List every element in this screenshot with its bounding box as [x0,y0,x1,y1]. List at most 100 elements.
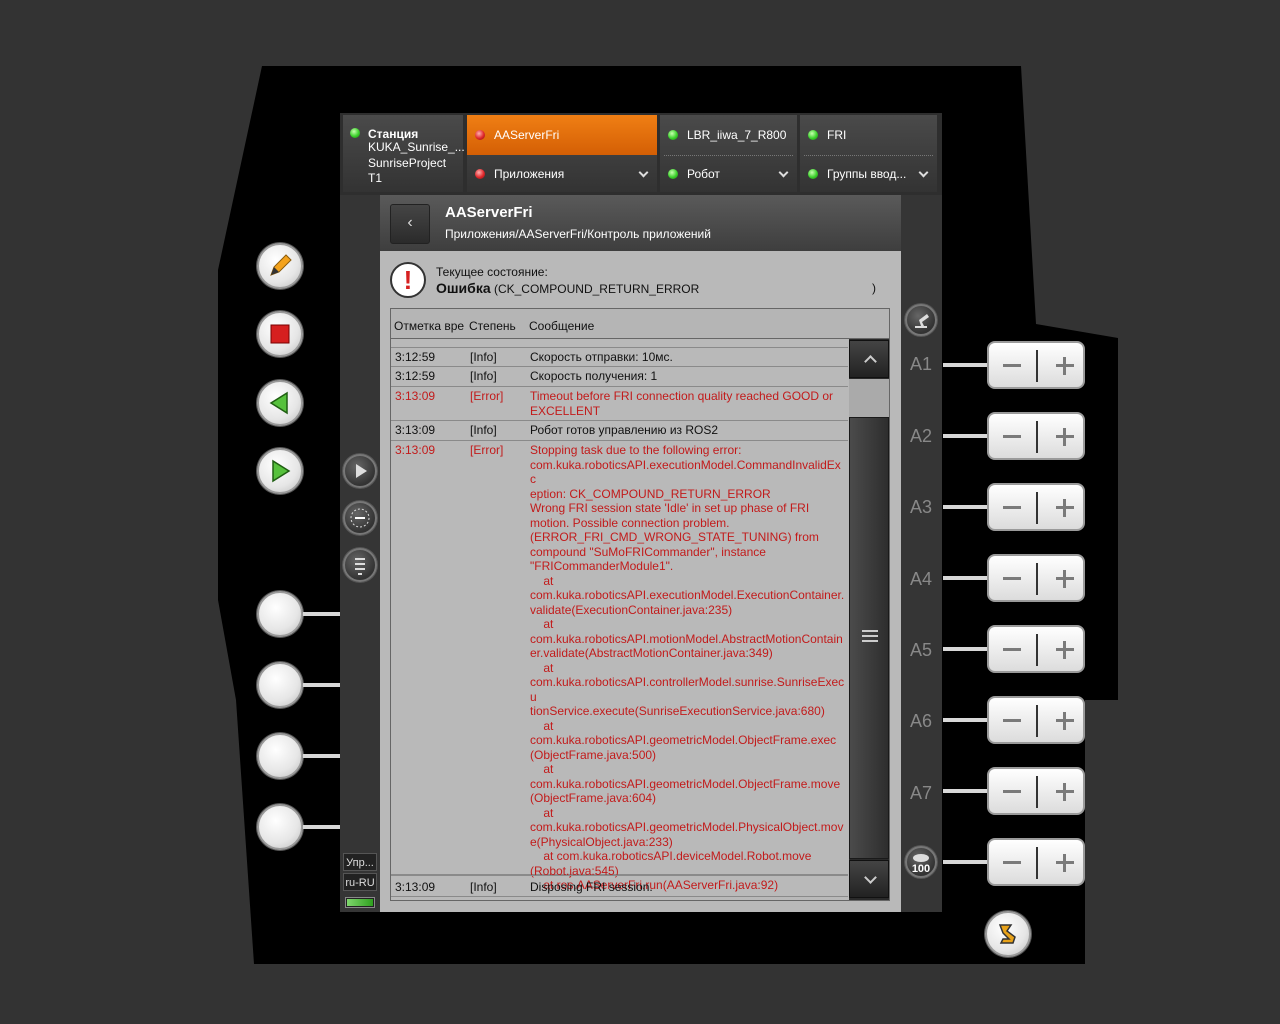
jog-connector [943,576,987,580]
minus-icon [1003,577,1021,580]
robot-name-row[interactable]: LBR_iiwa_7_R800 [660,115,797,155]
log-scrollbar[interactable] [849,339,889,900]
scroll-down-button[interactable] [849,860,889,898]
right-strip: 100 [901,195,942,912]
plus-icon [1063,428,1066,446]
jog-connector [943,647,987,651]
error-icon: ! [390,262,426,298]
backward-button[interactable] [257,380,303,426]
start-mode-button[interactable] [343,454,377,488]
minus-icon [1003,648,1021,651]
jog-key-a4[interactable] [987,554,1085,602]
softkey-3[interactable] [257,733,303,779]
jog-key-a6[interactable] [987,696,1085,744]
mode-indicator[interactable]: Упр... [343,853,377,871]
table-row[interactable]: 3:12:59 [Info] Скорость получения: 1 [391,367,848,387]
row-message: Disposing FRI session. [530,880,653,894]
row-level: [Error] [470,389,504,403]
station-line2: SunriseProject [368,156,447,170]
status-led [668,130,678,140]
robot-name: LBR_iiwa_7_R800 [687,128,787,142]
minus-icon [1003,861,1021,864]
row-time: 3:12:59 [395,350,436,364]
jog-connector [943,505,987,509]
status-led [808,130,818,140]
table-row[interactable]: 3:12:59 [Info] Скорость отправки: 10мс. [391,347,848,367]
table-row[interactable]: 3:13:09 [Info] Робот готов управлению из… [391,421,848,441]
plus-icon [1063,783,1066,801]
fri-name-row[interactable]: FRI [800,115,937,155]
step-mode-button[interactable] [343,548,377,582]
scroll-thumb[interactable] [849,417,889,859]
col-time[interactable]: Отметка вре [394,319,464,333]
fri-section-row[interactable]: Группы ввод... [800,156,937,192]
minus-icon [1003,364,1021,367]
play-icon [272,459,291,483]
fri-tile: FRI Группы ввод... [800,115,937,192]
dial-icon [350,508,370,528]
scroll-up-button[interactable] [849,340,889,378]
col-level[interactable]: Степень [469,319,516,333]
row-message: Stopping task due to the following error… [530,443,845,892]
jog-divider [1036,776,1038,808]
app-name-row[interactable]: AAServerFri [467,115,657,155]
chevron-down-icon [638,167,649,178]
row-message: Скорость отправки: 10мс. [530,350,673,364]
play-icon [356,464,367,478]
language-indicator[interactable]: ru-RU [343,873,377,891]
override-key[interactable] [987,838,1085,886]
status-led [475,169,485,179]
axis-label-a7: A7 [910,783,933,803]
jog-key-a5[interactable] [987,625,1085,673]
edit-button[interactable] [257,243,303,289]
softkey-connector [303,754,340,758]
start-button[interactable] [257,448,303,494]
jog-mode-button[interactable] [905,304,937,336]
minus-icon [1003,790,1021,793]
axis-label-a5: A5 [910,640,933,660]
jog-divider [1036,705,1038,737]
jog-key-a2[interactable] [987,412,1085,460]
grip-icon [862,630,878,645]
log-body: 3:12:59 [Info] Скорость отправки: 10мс. … [391,341,848,900]
log-table: Отметка вре Степень Сообщение 3:12:59 [I… [390,308,890,901]
station-title: Станция [368,127,419,141]
app-section-row[interactable]: Приложения [467,156,657,192]
jog-divider [1036,350,1038,382]
status-led [350,128,360,138]
plus-icon [1063,499,1066,517]
back-button[interactable]: ‹ [390,204,430,244]
battery-icon [345,897,375,908]
row-message: Скорость получения: 1 [530,369,658,383]
plus-icon [1063,854,1066,872]
jog-connector [943,789,987,793]
table-row[interactable]: 3:13:09 [Error] Timeout before FRI conne… [391,387,848,421]
stop-button[interactable] [257,311,303,357]
softkey-2[interactable] [257,662,303,708]
jog-key-a3[interactable] [987,483,1085,531]
stop-icon [270,324,290,344]
softkey-4[interactable] [257,804,303,850]
scroll-track[interactable] [849,379,889,417]
jog-key-a7[interactable] [987,767,1085,815]
row-time: 3:12:59 [395,369,436,383]
row-time: 3:13:09 [395,443,436,457]
table-row[interactable]: 3:13:09 [Info] Disposing FRI session. [391,875,848,897]
jog-divider [1036,492,1038,524]
breadcrumb: Приложения/AAServerFri/Контроль приложен… [445,227,711,241]
plus-icon [1063,712,1066,730]
program-speed-button[interactable] [343,501,377,535]
log-header: Отметка вре Степень Сообщение [391,309,889,339]
softkey-1[interactable] [257,591,303,637]
jog-key-a1[interactable] [987,341,1085,389]
col-message[interactable]: Сообщение [529,319,594,333]
robot-section-row[interactable]: Робот [660,156,797,192]
panel-header: ‹ AAServerFri Приложения/AAServerFri/Кон… [380,195,901,251]
chevron-down-icon [778,167,789,178]
jog-divider [1036,847,1038,879]
station-line3: T1 [368,171,383,185]
axis-label-a6: A6 [910,711,933,731]
table-row[interactable]: 3:13:09 [Error] Stopping task due to the… [391,441,848,892]
robot-jog-button[interactable] [985,911,1031,957]
station-tile[interactable]: Станция KUKA_Sunrise_... SunriseProject … [343,115,465,192]
